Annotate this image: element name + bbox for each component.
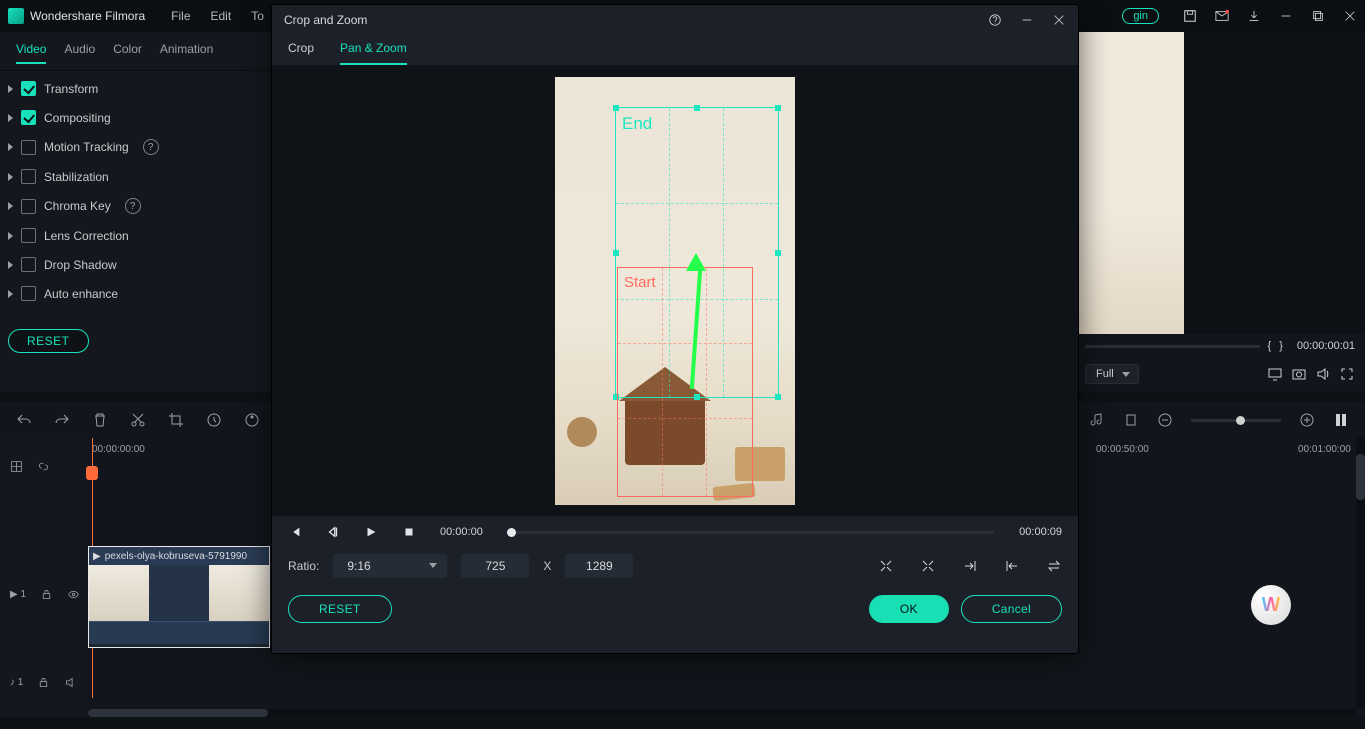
stop-icon[interactable] [402,525,416,539]
width-input[interactable]: 725 [461,554,529,578]
height-input[interactable]: 1289 [565,554,633,578]
align-end-icon[interactable] [962,558,978,574]
crop-zoom-modal: Crop and Zoom Crop Pan & Zoom End [271,4,1079,654]
align-start-icon[interactable] [1004,558,1020,574]
window-minimize-icon[interactable] [1020,13,1034,27]
modal-ratio-row: Ratio: 9:16 725 X 1289 [272,548,1078,584]
cancel-button[interactable]: Cancel [961,595,1062,623]
fit-center-icon[interactable] [878,558,894,574]
swap-icon[interactable] [1046,558,1062,574]
frame-back-icon[interactable] [326,525,340,539]
help-icon[interactable] [988,13,1002,27]
ratio-label: Ratio: [288,559,319,573]
tab-crop[interactable]: Crop [288,41,314,65]
tab-pan-zoom[interactable]: Pan & Zoom [340,41,407,65]
ratio-select[interactable]: 9:16 [333,554,447,578]
prev-icon[interactable] [288,525,302,539]
motion-arrowhead-icon [686,253,706,271]
pan-zoom-canvas[interactable]: End Start [272,66,1078,516]
play-icon[interactable] [364,525,378,539]
modal-reset-button[interactable]: RESET [288,595,392,623]
modal-playback-row: 00:00:00 00:00:09 [272,516,1078,548]
fit-expand-icon[interactable] [920,558,936,574]
end-label: End [622,114,652,134]
start-frame[interactable]: Start [617,267,753,497]
modal-title: Crop and Zoom [284,13,367,27]
modal-seek-slider[interactable] [507,531,995,534]
start-label: Start [624,274,656,291]
window-close-icon[interactable] [1052,13,1066,27]
total-time: 00:00:09 [1019,526,1062,538]
x-label: X [543,559,551,573]
ok-button[interactable]: OK [869,595,949,623]
current-time: 00:00:00 [440,526,483,538]
